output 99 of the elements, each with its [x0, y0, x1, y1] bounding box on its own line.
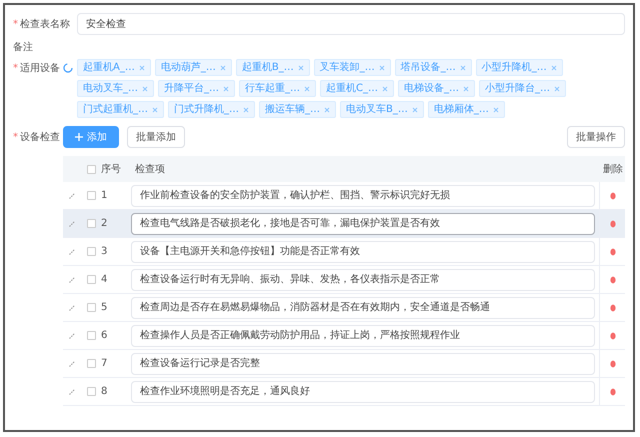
row-number: 5: [101, 302, 108, 313]
item-text: 检查作业环境照明是否充足，通风良好: [140, 384, 310, 399]
item-text: 检查设备运行记录是否完整: [140, 356, 260, 371]
item-input[interactable]: 检查设备运行记录是否完整: [131, 352, 595, 374]
close-icon[interactable]: [324, 106, 330, 112]
required-mark: *: [13, 130, 18, 144]
delete-icon[interactable]: [610, 332, 616, 340]
item-input[interactable]: 检查设备运行时有无异响、振动、异味、发热，各仪表指示是否正常: [131, 268, 595, 290]
tag-label: 门式升降机_…: [174, 102, 239, 117]
close-icon[interactable]: [378, 64, 385, 70]
drag-handle-icon[interactable]: [69, 248, 75, 254]
delete-icon[interactable]: [610, 388, 616, 396]
tag-label: 电动葫芦_…: [160, 60, 216, 75]
checkbox[interactable]: [86, 359, 96, 368]
close-icon[interactable]: [460, 64, 466, 70]
row-number: 8: [101, 386, 108, 397]
name-value: 安全检查: [86, 18, 126, 32]
delete-icon[interactable]: [610, 276, 616, 284]
row-number: 4: [101, 274, 108, 285]
row-number: 7: [101, 358, 108, 369]
close-icon[interactable]: [412, 106, 418, 112]
devices-label: 适用设备: [20, 62, 60, 76]
close-icon[interactable]: [152, 106, 158, 112]
item-text: 作业前检查设备的安全防护装置，确认护栏、围挡、警示标识完好无损: [140, 188, 450, 203]
checkbox[interactable]: [86, 275, 96, 284]
items-label: 设备检查: [20, 130, 60, 144]
tag-label: 门式起重机_…: [83, 102, 148, 117]
checkbox[interactable]: [86, 387, 96, 396]
close-icon[interactable]: [223, 86, 229, 92]
close-icon[interactable]: [298, 64, 304, 70]
delete-icon[interactable]: [610, 192, 616, 200]
row-number: 2: [101, 218, 108, 229]
delete-icon[interactable]: [610, 304, 616, 312]
required-mark: *: [13, 62, 18, 76]
checkbox[interactable]: [86, 164, 96, 174]
close-icon[interactable]: [142, 86, 148, 92]
item-text: 检查周边是否存在易燃易爆物品，消防器材是否在有效期内，安全通道是否畅通: [140, 300, 490, 315]
checkbox[interactable]: [86, 191, 96, 200]
tag-label: 电梯厢体_…: [434, 102, 489, 117]
item-input[interactable]: 检查操作人员是否正确佩戴劳动防护用品，持证上岗，严格按照规程作业: [131, 324, 595, 346]
drag-handle-icon[interactable]: [69, 276, 75, 282]
drag-handle-icon[interactable]: [69, 192, 75, 198]
tag-label: 升降平台_…: [164, 82, 219, 96]
close-icon[interactable]: [492, 106, 499, 112]
item-input[interactable]: 设备【主电源开关和急停按钮】功能是否正常有效: [131, 240, 595, 262]
checkbox[interactable]: [86, 331, 96, 340]
close-icon[interactable]: [554, 86, 560, 92]
close-icon[interactable]: [304, 86, 310, 92]
tag-label: 塔吊设备_…: [400, 60, 456, 75]
item-text: 检查设备运行时有无异响、振动、异味、发热，各仪表指示是否正常: [140, 272, 440, 287]
name-label: 检查表名称: [20, 18, 70, 32]
tag-label: 小型升降机_…: [482, 60, 547, 75]
tag-label: 搬运车辆_…: [265, 102, 320, 117]
tag-label: 起重机A_…: [83, 60, 135, 75]
drag-handle-icon[interactable]: [69, 304, 75, 310]
close-icon[interactable]: [243, 106, 249, 112]
loading-icon: [63, 63, 73, 73]
batch-action-button[interactable]: 批量操作: [567, 126, 625, 148]
row-number: 1: [101, 190, 108, 201]
column-header: 序号: [101, 164, 121, 174]
row-number: 3: [101, 246, 108, 257]
column-header: 检查项: [135, 164, 165, 174]
drag-handle-icon[interactable]: [69, 388, 75, 394]
item-text: 检查电气线路是否破损老化，接地是否可靠，漏电保护装置是否有效: [140, 216, 440, 231]
description-label: 备注: [13, 40, 33, 54]
tag-label: 电动叉车_…: [83, 82, 138, 96]
delete-icon[interactable]: [610, 360, 616, 368]
close-icon[interactable]: [550, 64, 557, 70]
item-text: 设备【主电源开关和急停按钮】功能是否正常有效: [140, 244, 360, 259]
item-input[interactable]: 检查电气线路是否破损老化，接地是否可靠，漏电保护装置是否有效: [131, 212, 595, 234]
checkbox[interactable]: [86, 303, 96, 312]
tag-label: 起重机C_…: [326, 82, 378, 96]
item-input[interactable]: 检查作业环境照明是否充足，通风良好: [131, 380, 595, 402]
item-input[interactable]: 作业前检查设备的安全防护装置，确认护栏、围挡、警示标识完好无损: [131, 184, 595, 206]
drag-handle-icon[interactable]: [69, 332, 75, 338]
plus-icon: [75, 133, 83, 141]
tag-label: 起重机B_…: [242, 60, 294, 75]
name-field[interactable]: 安全检查: [77, 13, 625, 35]
tag-label: 电梯设备_…: [404, 82, 459, 96]
item-input[interactable]: 检查周边是否存在易燃易爆物品，消防器材是否在有效期内，安全通道是否畅通: [131, 296, 595, 318]
close-icon[interactable]: [138, 64, 145, 70]
close-icon[interactable]: [462, 86, 469, 92]
checkbox[interactable]: [86, 219, 96, 228]
tag-label: 小型升降台_…: [484, 82, 550, 96]
item-text: 检查操作人员是否正确佩戴劳动防护用品，持证上岗，严格按照规程作业: [140, 328, 460, 343]
delete-icon[interactable]: [610, 220, 616, 228]
tag-label: 叉车装卸_…: [320, 60, 375, 75]
checkbox[interactable]: [86, 247, 96, 256]
batch-add-button[interactable]: 批量添加: [127, 126, 185, 148]
required-mark: *: [13, 18, 18, 32]
column-header: 删除: [603, 164, 623, 174]
tag-label: 电动叉车B_…: [346, 102, 408, 117]
drag-handle-icon[interactable]: [69, 360, 75, 366]
tag-label: 行车起重_…: [245, 82, 300, 96]
delete-icon[interactable]: [610, 248, 616, 256]
drag-handle-icon[interactable]: [69, 220, 75, 226]
row-number: 6: [101, 330, 108, 341]
close-icon[interactable]: [382, 86, 388, 92]
close-icon[interactable]: [220, 64, 226, 70]
